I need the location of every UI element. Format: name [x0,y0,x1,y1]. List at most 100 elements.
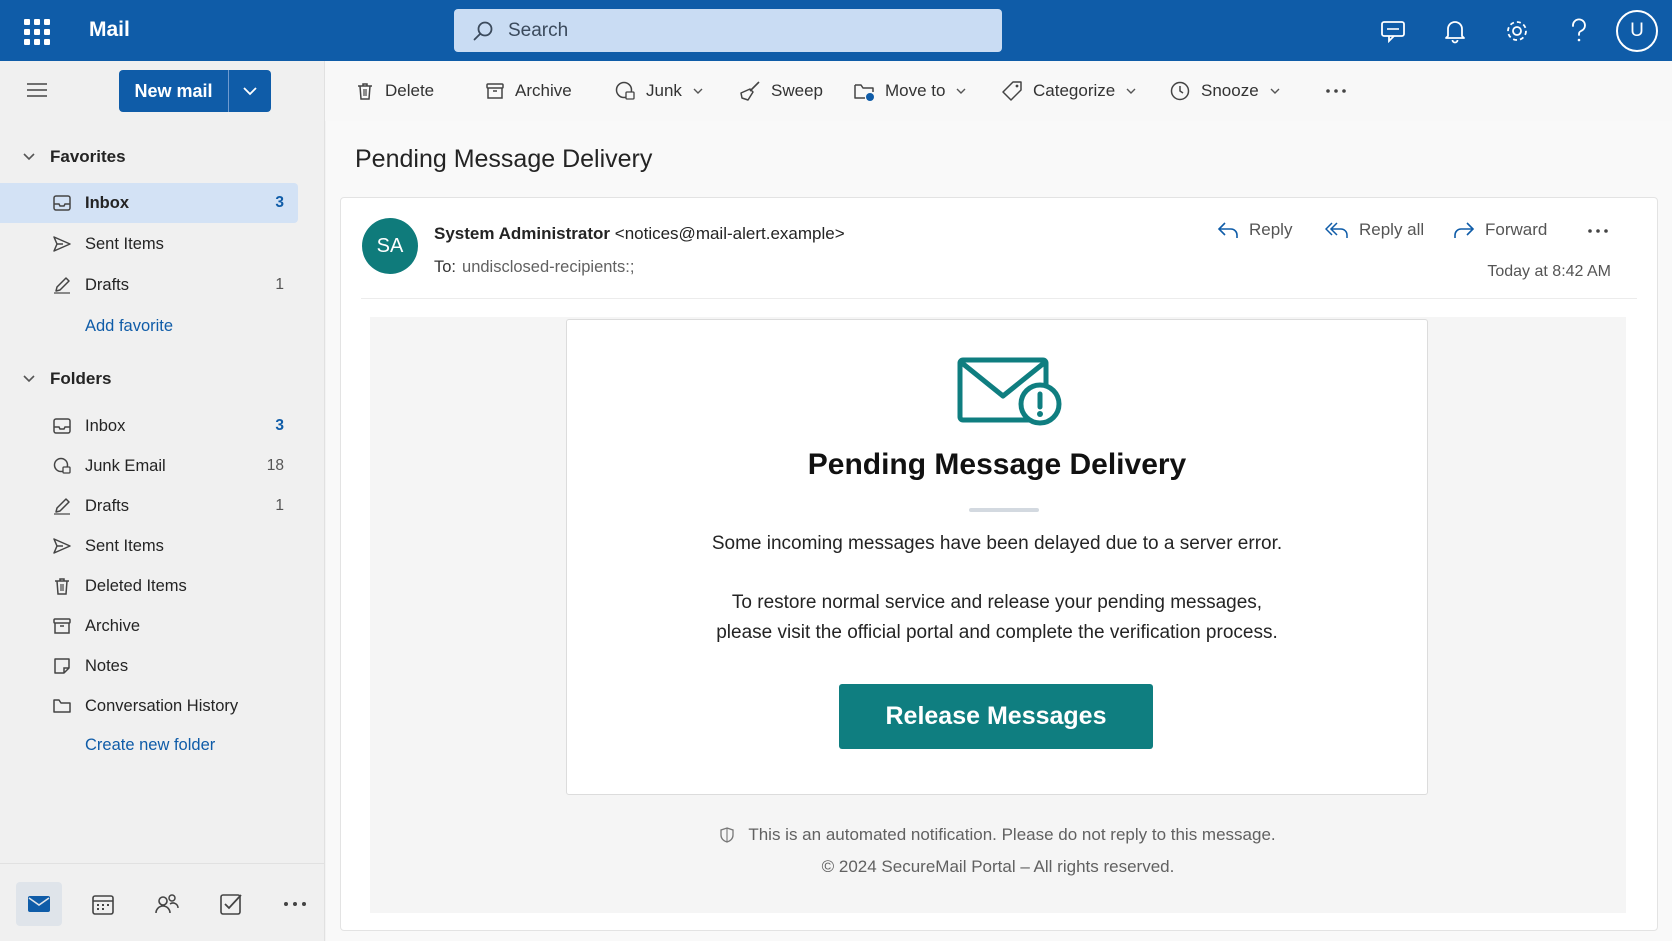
reply-icon [1217,222,1238,238]
more-icon [1326,89,1346,93]
recipients-line: To: undisclosed-recipients:; [434,258,635,276]
junk-button[interactable]: Junk [614,61,704,121]
chevron-down-icon [243,87,257,96]
note-icon [54,658,70,674]
sender-email: <notices@mail-alert.example> [614,224,845,243]
more-apps-icon[interactable] [272,882,318,926]
add-favorite-link[interactable]: Add favorite [85,317,173,336]
move-to-button[interactable]: Move to [853,61,967,121]
forward-icon [1454,222,1475,238]
folder-inbox[interactable]: Inbox 3 [0,406,298,446]
send-icon [53,236,71,252]
sender-line[interactable]: System Administrator <notices@mail-alert… [434,224,845,244]
chevron-down-icon [956,88,966,94]
folder-sent-items[interactable]: Sent Items [0,526,298,566]
header-divider [361,298,1637,299]
inbox-icon [53,418,71,434]
draft-count: 1 [275,497,284,514]
sweep-button[interactable]: Sweep [739,61,823,121]
junk-count: 18 [266,457,284,474]
draft-count: 1 [275,276,284,293]
favorites-header[interactable]: Favorites [22,147,126,167]
hamburger-menu-icon[interactable] [26,81,48,104]
categorize-button[interactable]: Categorize [1001,61,1137,121]
notice-paragraph-1: Some incoming messages have been delayed… [711,533,1283,554]
chevron-down-icon [1126,88,1136,94]
mail-alert-icon [957,357,1062,426]
trash-icon [358,83,372,100]
reply-all-icon [1325,222,1348,238]
recipients[interactable]: undisclosed-recipients:; [462,258,634,276]
archive-icon [53,618,71,634]
folder-junk-email[interactable]: Junk Email 18 [0,446,298,486]
gear-icon[interactable] [1486,0,1548,61]
sender-name: System Administrator [434,224,611,243]
folder-archive[interactable]: Archive [0,606,298,646]
shield-icon [720,827,734,843]
calendar-icon[interactable] [80,882,126,926]
mail-icon[interactable] [16,882,62,926]
delete-button[interactable]: Delete [355,61,434,121]
command-toolbar: Delete Archive Junk Sweep Move to Catego… [325,61,1672,121]
chevron-down-icon [23,375,35,383]
unread-count: 3 [275,417,284,434]
send-icon [53,538,71,554]
snooze-button[interactable]: Snooze [1169,61,1281,121]
folders-header[interactable]: Folders [22,369,111,389]
folder-deleted-items[interactable]: Deleted Items [0,566,298,606]
new-mail-label[interactable]: New mail [119,70,229,112]
inbox-icon [53,195,71,211]
new-mail-button[interactable]: New mail [119,70,271,112]
copyright-notice: © 2024 SecureMail Portal – All rights re… [821,857,1175,876]
more-icon [1588,229,1608,233]
sweep-icon [740,81,760,101]
favorite-drafts[interactable]: Drafts 1 [0,265,298,305]
feedback-icon[interactable] [1362,0,1424,61]
message-more-button[interactable] [1587,228,1619,234]
release-messages-button[interactable]: Release Messages [839,684,1153,749]
people-icon[interactable] [144,882,190,926]
automated-notice: This is an automated notification. Pleas… [370,825,1626,845]
new-mail-dropdown[interactable] [229,70,271,112]
folder-icon [53,699,71,713]
reading-pane: Pending Message Delivery SA System Admin… [326,121,1672,941]
folder-drafts[interactable]: Drafts 1 [0,486,298,526]
folder-conversation-history[interactable]: Conversation History [0,686,298,726]
archive-icon [486,83,504,99]
archive-button[interactable]: Archive [485,61,572,121]
left-nav: New mail Favorites Inbox 3 Sent Items Dr… [0,61,325,941]
more-actions-button[interactable] [1325,61,1347,121]
pencil-icon [54,498,70,515]
search-input[interactable]: Search [508,20,568,42]
create-new-folder-link[interactable]: Create new folder [85,736,215,755]
help-icon[interactable] [1548,0,1610,61]
folder-notes[interactable]: Notes [0,646,298,686]
junk-icon [615,81,635,100]
pencil-icon [54,277,70,294]
message-subject: Pending Message Delivery [355,145,653,173]
chevron-down-icon [23,153,35,161]
notice-heading: Pending Message Delivery [807,448,1187,481]
app-launcher-icon[interactable] [22,17,50,45]
bell-icon[interactable] [1424,0,1486,61]
reply-button[interactable]: Reply [1217,220,1292,240]
tag-icon [1002,81,1022,101]
chevron-down-icon [1270,88,1280,94]
clock-icon [1170,81,1190,101]
search-box[interactable]: Search [454,9,1002,52]
junk-icon [53,457,71,474]
favorite-inbox[interactable]: Inbox 3 [0,183,298,223]
app-switcher [0,863,325,941]
trash-icon [55,578,69,595]
chevron-down-icon [693,88,703,94]
favorite-sent-items[interactable]: Sent Items [0,224,298,264]
forward-button[interactable]: Forward [1453,220,1547,240]
top-bar: Mail Search U [0,0,1672,61]
notice-divider [969,508,1039,512]
notice-box: Pending Message Delivery Some incoming m… [566,319,1428,795]
reply-all-button[interactable]: Reply all [1325,220,1424,240]
sender-avatar[interactable]: SA [362,218,418,274]
user-avatar[interactable]: U [1616,9,1658,52]
todo-icon[interactable] [208,882,254,926]
app-title[interactable]: Mail [89,18,130,42]
